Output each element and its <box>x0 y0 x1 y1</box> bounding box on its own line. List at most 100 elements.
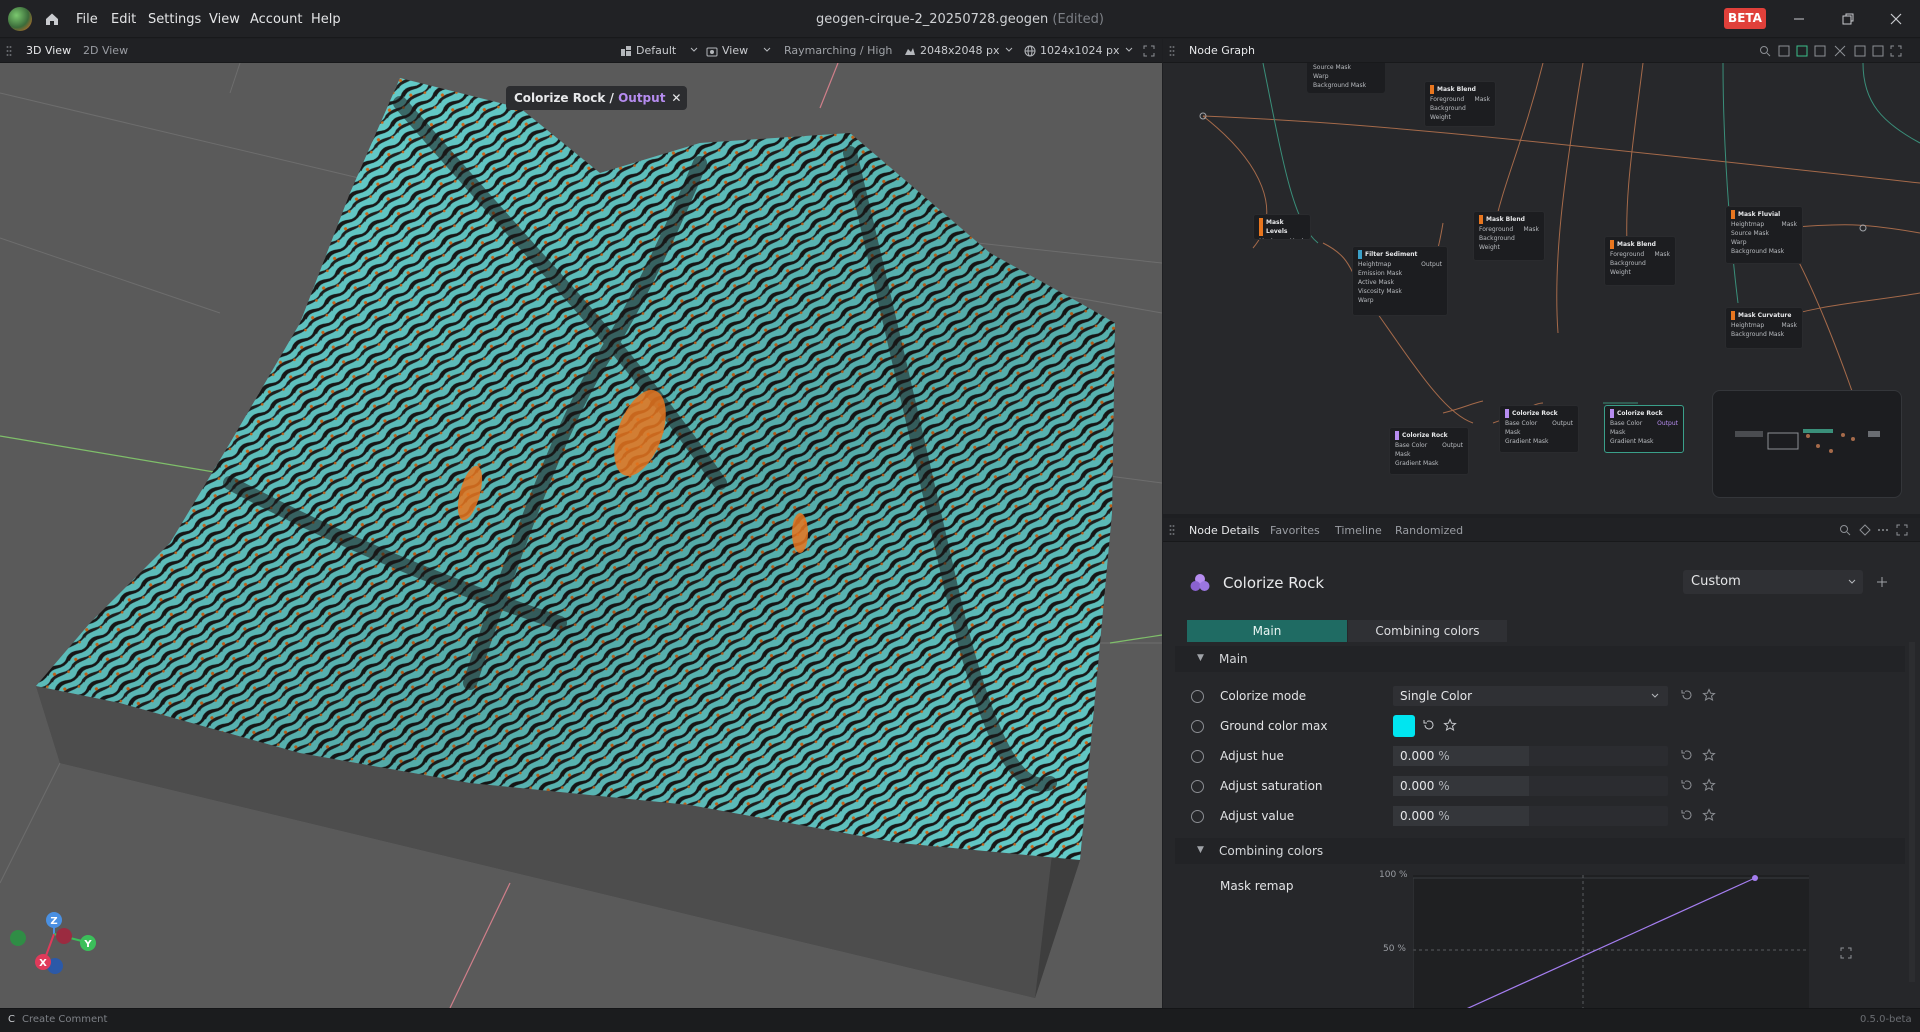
render-mode[interactable]: Raymarching / High <box>784 44 892 57</box>
node-port[interactable]: Warp <box>1358 297 1374 304</box>
menu-settings[interactable]: Settings <box>148 12 201 27</box>
param-toggle[interactable] <box>1191 780 1204 793</box>
tab-randomized[interactable]: Randomized <box>1395 524 1463 537</box>
graph-node[interactable]: Mask Curvature Heightmap Mask Background Ma… <box>1725 307 1803 349</box>
node-port[interactable]: Foreground <box>1430 96 1464 103</box>
graph-node[interactable]: Mask Fluvial Heightmap Mask Source Mask Warp… <box>1725 206 1803 264</box>
reset-icon[interactable] <box>1680 748 1694 762</box>
node-port[interactable]: Heightmap <box>1731 221 1764 228</box>
chevron-down-icon[interactable] <box>762 45 772 55</box>
reset-icon[interactable] <box>1422 718 1436 732</box>
minimize-icon[interactable] <box>1789 9 1809 29</box>
menu-help[interactable]: Help <box>311 12 341 27</box>
menu-view[interactable]: View <box>209 12 240 27</box>
param-toggle[interactable] <box>1191 810 1204 823</box>
node-output-port[interactable]: Output <box>1552 419 1573 428</box>
restore-icon[interactable] <box>1838 9 1858 29</box>
preset-select[interactable]: Custom <box>1683 570 1863 594</box>
node-port[interactable]: Source Mask <box>1731 230 1769 237</box>
colorize-mode-select[interactable]: Single Color <box>1393 686 1668 706</box>
node-port[interactable]: Heightmap <box>1358 261 1391 268</box>
adjust-hue-slider[interactable]: 0.000 % <box>1393 746 1668 766</box>
view-select[interactable]: View <box>722 44 748 57</box>
node-port[interactable]: Mask <box>1505 429 1520 436</box>
chevron-down-icon[interactable] <box>1124 45 1134 55</box>
node-port[interactable]: Mask <box>1610 429 1625 436</box>
add-icon[interactable] <box>1876 576 1888 588</box>
section-combining-header[interactable]: ▼ Combining colors <box>1175 838 1905 864</box>
graph-node[interactable]: Filter Sediment Heightmap Output Emission M… <box>1352 246 1448 316</box>
menu-file[interactable]: File <box>76 12 98 27</box>
mask-remap-curve[interactable] <box>1412 875 1809 1008</box>
tab-3d-view[interactable]: 3D View <box>26 44 71 57</box>
graph-node-partial[interactable]: Source Mask Warp Background Mask <box>1307 63 1385 93</box>
node-port[interactable]: Background Mask <box>1731 331 1784 338</box>
terrain-render[interactable] <box>0 63 1162 1008</box>
texture-resolution[interactable]: 1024x1024 px <box>1040 44 1120 57</box>
tab-combining-colors[interactable]: Combining colors <box>1348 620 1507 642</box>
node-output-port[interactable]: Output <box>1421 260 1442 269</box>
graph-minimap[interactable] <box>1712 390 1902 498</box>
node-port[interactable]: Foreground <box>1479 226 1513 233</box>
menu-account[interactable]: Account <box>250 12 303 27</box>
color-swatch[interactable] <box>1393 715 1415 737</box>
node-port[interactable]: Background Mask <box>1731 248 1784 255</box>
star-icon[interactable] <box>1702 748 1716 762</box>
tab-node-details[interactable]: Node Details <box>1189 524 1259 537</box>
details-scrollbar[interactable] <box>1909 642 1915 982</box>
node-port[interactable]: Emission Mask <box>1358 270 1402 277</box>
heightmap-resolution[interactable]: 2048x2048 px <box>920 44 1000 57</box>
param-toggle[interactable] <box>1191 690 1204 703</box>
node-output-port[interactable]: Mask <box>1475 95 1490 104</box>
close-icon[interactable] <box>1886 9 1906 29</box>
graph-node[interactable]: Mask Blend Foreground Mask Background Weight <box>1604 236 1676 286</box>
node-port[interactable]: Weight <box>1430 114 1451 121</box>
3d-viewport[interactable]: Z Y X <box>0 63 1162 1008</box>
node-port[interactable]: Base Color <box>1505 420 1537 427</box>
graph-toolbar-icons[interactable] <box>1759 45 1909 57</box>
reset-icon[interactable] <box>1680 808 1694 822</box>
node-output-port[interactable]: Mask <box>1524 225 1539 234</box>
param-toggle[interactable] <box>1191 750 1204 763</box>
node-port[interactable]: Weight <box>1610 269 1631 276</box>
layout-select[interactable]: Default <box>636 44 676 57</box>
node-port[interactable]: Viscosity Mask <box>1358 288 1402 295</box>
graph-node[interactable]: Mask LevelsMaskMask <box>1253 214 1311 240</box>
axis-gizmo[interactable]: Z Y X <box>6 906 106 1001</box>
node-port[interactable]: Gradient Mask <box>1505 438 1548 445</box>
node-output-port[interactable]: Output <box>1442 441 1463 450</box>
adjust-value-slider[interactable]: 0.000 % <box>1393 806 1668 826</box>
drag-handle-icon[interactable] <box>1169 45 1175 57</box>
star-icon[interactable] <box>1443 718 1457 732</box>
graph-node[interactable]: Colorize Rock Base Color Output Mask Gradien… <box>1499 405 1579 453</box>
node-output-port[interactable]: Output <box>1657 419 1678 428</box>
node-port[interactable]: Base Color <box>1395 442 1427 449</box>
node-port[interactable]: Background <box>1479 235 1515 242</box>
star-icon[interactable] <box>1702 688 1716 702</box>
section-main-header[interactable]: ▼ Main <box>1175 646 1905 672</box>
reset-icon[interactable] <box>1680 688 1694 702</box>
node-port[interactable]: Weight <box>1479 244 1500 251</box>
chevron-down-icon[interactable] <box>689 45 699 55</box>
node-port[interactable]: Mask <box>1395 451 1410 458</box>
reset-icon[interactable] <box>1680 778 1694 792</box>
tab-timeline[interactable]: Timeline <box>1335 524 1382 537</box>
close-icon[interactable]: ✕ <box>671 86 681 110</box>
node-port[interactable]: Active Mask <box>1358 279 1394 286</box>
node-port[interactable]: Gradient Mask <box>1395 460 1438 467</box>
drag-handle-icon[interactable] <box>6 45 12 57</box>
drag-handle-icon[interactable] <box>1169 524 1175 536</box>
node-graph-canvas[interactable]: Source Mask Warp Background Mask Mask Bl… <box>1163 63 1920 514</box>
node-port[interactable]: Foreground <box>1610 251 1644 258</box>
adjust-saturation-slider[interactable]: 0.000 % <box>1393 776 1668 796</box>
graph-node[interactable]: Mask Blend Foreground Mask Background Weight <box>1424 81 1496 127</box>
star-icon[interactable] <box>1702 808 1716 822</box>
node-output-port[interactable]: Mask <box>1655 250 1670 259</box>
graph-node[interactable]: Mask Blend Foreground Mask Background Weight <box>1473 211 1545 261</box>
tab-favorites[interactable]: Favorites <box>1270 524 1320 537</box>
node-port[interactable]: Mask <box>1259 238 1274 239</box>
menu-edit[interactable]: Edit <box>111 12 136 27</box>
star-icon[interactable] <box>1702 778 1716 792</box>
node-port[interactable]: Warp <box>1731 239 1747 246</box>
graph-node[interactable]: Colorize Rock Base Color Output Mask Gradien… <box>1604 405 1684 453</box>
